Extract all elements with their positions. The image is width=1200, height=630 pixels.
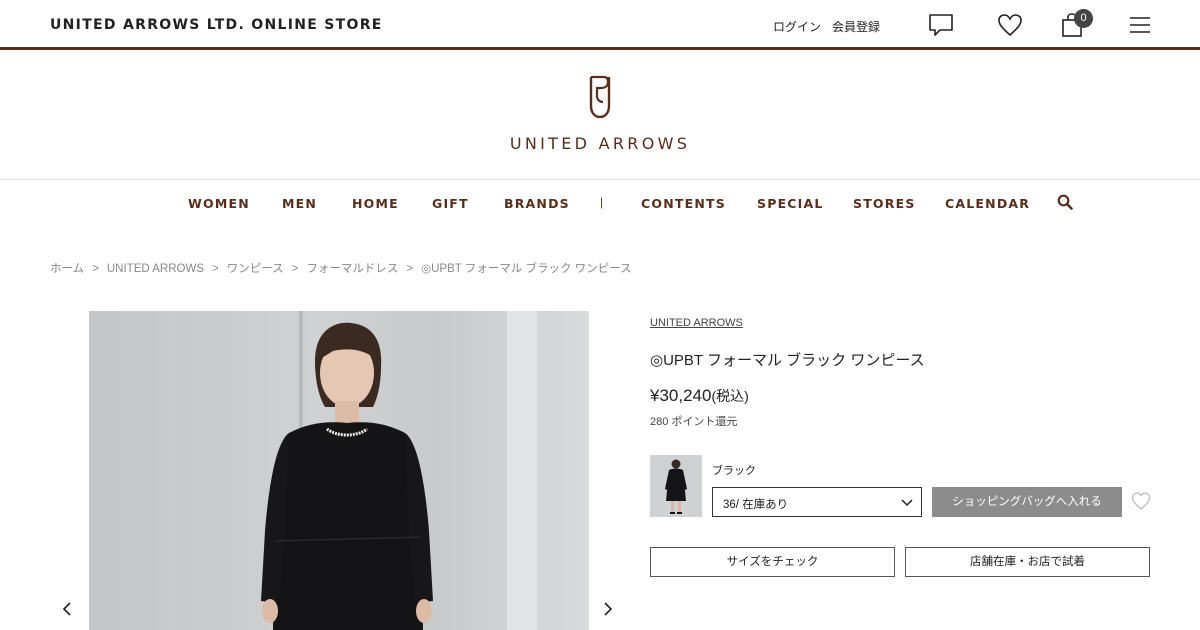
favorites-heart-icon[interactable] xyxy=(995,10,1025,40)
nav-special[interactable]: SPECIAL xyxy=(757,196,824,211)
product-title: ◎UPBT フォーマル ブラック ワンピース xyxy=(650,352,925,369)
breadcrumb: ホーム > UNITED ARROWS > ワンピース > フォーマルドレス > ◎UPBT フ… xyxy=(50,260,632,276)
store-title[interactable]: UNITED ARROWS LTD. ONLINE STORE xyxy=(50,17,383,33)
breadcrumb-brand[interactable]: UNITED ARROWS xyxy=(107,263,204,275)
breadcrumb-current: ◎UPBT フォーマル ブラック ワンピース xyxy=(421,263,632,275)
color-thumbnail[interactable] xyxy=(650,455,702,517)
register-link[interactable]: 会員登録 xyxy=(832,18,880,35)
size-check-button[interactable]: サイズをチェック xyxy=(650,547,895,577)
breadcrumb-home[interactable]: ホーム xyxy=(50,260,84,276)
nav-separator: | xyxy=(600,195,604,209)
color-name: ブラック xyxy=(712,465,756,477)
united-arrows-logo-icon[interactable] xyxy=(586,74,614,125)
breadcrumb-category[interactable]: ワンピース xyxy=(227,260,284,276)
top-bar: UNITED ARROWS LTD. ONLINE STORE ログイン 会員登… xyxy=(0,0,1200,50)
price-value: ¥30,240 xyxy=(650,386,712,405)
message-icon[interactable] xyxy=(926,10,956,40)
add-to-bag-button[interactable]: ショッピングバッグへ入れる xyxy=(932,487,1122,517)
product-price: ¥30,240(税込) xyxy=(650,386,749,406)
bag-count-badge: 0 xyxy=(1074,9,1093,28)
size-select[interactable]: 36/ 在庫あり xyxy=(712,487,922,517)
gallery-next-arrow-icon[interactable] xyxy=(603,602,617,620)
logo-area: UNITED ARROWS xyxy=(0,50,1200,180)
breadcrumb-separator: > xyxy=(291,263,299,275)
breadcrumb-separator: > xyxy=(92,263,99,275)
chevron-down-icon xyxy=(901,496,913,511)
favorite-heart-icon[interactable] xyxy=(1131,491,1151,516)
nav-stores[interactable]: STORES xyxy=(853,196,916,211)
points-info: 280 ポイント還元 xyxy=(650,416,738,428)
price-tax-label: (税込) xyxy=(711,388,749,404)
size-select-value: 36/ 在庫あり xyxy=(723,499,789,511)
logo-text[interactable]: UNITED ARROWS xyxy=(0,134,1200,153)
search-icon[interactable] xyxy=(1057,194,1073,215)
breadcrumb-separator: > xyxy=(406,263,414,275)
breadcrumb-subcategory[interactable]: フォーマルドレス xyxy=(306,260,398,276)
breadcrumb-separator: > xyxy=(212,263,219,275)
nav-gift[interactable]: GIFT xyxy=(432,196,469,211)
nav-men[interactable]: MEN xyxy=(282,196,317,211)
nav-women[interactable]: WOMEN xyxy=(188,196,250,211)
product-main-image[interactable] xyxy=(89,311,589,630)
nav-contents[interactable]: CONTENTS xyxy=(641,196,726,211)
main-nav: WOMEN MEN HOME GIFT BRANDS | CONTENTS SP… xyxy=(0,180,1200,226)
nav-home[interactable]: HOME xyxy=(352,196,399,211)
product-brand-link[interactable]: UNITED ARROWS xyxy=(650,317,743,329)
nav-calendar[interactable]: CALENDAR xyxy=(945,196,1030,211)
login-link[interactable]: ログイン xyxy=(773,18,821,35)
nav-brands[interactable]: BRANDS xyxy=(504,196,570,211)
hamburger-menu-icon[interactable] xyxy=(1125,10,1155,40)
gallery-prev-arrow-icon[interactable] xyxy=(62,602,76,620)
store-stock-button[interactable]: 店舗在庫・お店で試着 xyxy=(905,547,1150,577)
